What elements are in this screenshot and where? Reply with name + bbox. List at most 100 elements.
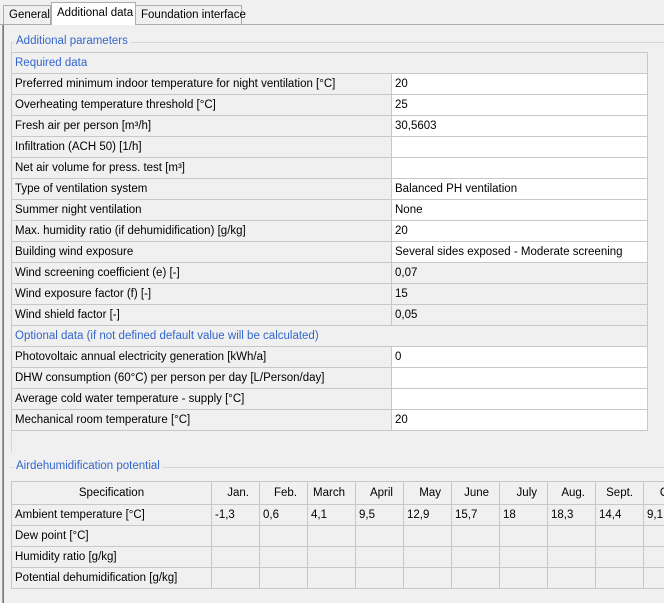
parameter-value[interactable] (391, 136, 648, 158)
specification-label: Potential dehumidification [g/kg] (11, 567, 212, 589)
month-value: 9,5 (355, 504, 404, 526)
month-value (451, 567, 500, 589)
parameter-value[interactable]: 20 (391, 409, 648, 431)
month-value: 9,1 (643, 504, 664, 526)
parameter-row: Average cold water temperature - supply … (11, 388, 648, 410)
month-value (403, 525, 452, 547)
parameter-value[interactable] (391, 367, 648, 389)
month-value (259, 546, 308, 568)
parameter-value[interactable] (391, 388, 648, 410)
month-value (499, 546, 548, 568)
parameter-value[interactable]: 0 (391, 346, 648, 368)
month-header: March (307, 481, 356, 505)
month-value (451, 546, 500, 568)
parameter-row: Fresh air per person [m³/h] 30,5603 (11, 115, 648, 137)
month-header-row: Specification Jan. Feb. March April May June Ju… (11, 481, 664, 505)
tab-additional-data[interactable]: Additional data (51, 2, 136, 25)
month-header: Jan. (211, 481, 260, 505)
parameter-value[interactable]: Balanced PH ventilation (391, 178, 648, 200)
parameter-label: Type of ventilation system (11, 178, 392, 200)
dehumidification-row: Humidity ratio [g/kg] (11, 546, 664, 568)
month-value: 12,9 (403, 504, 452, 526)
month-value (403, 567, 452, 589)
parameter-row: Wind exposure factor (f) [-] 15 (11, 283, 648, 305)
parameter-value: 0,05 (391, 304, 648, 326)
month-value (259, 525, 308, 547)
month-value: -1,3 (211, 504, 260, 526)
specification-header: Specification (11, 481, 212, 505)
parameter-value[interactable]: 30,5603 (391, 115, 648, 137)
parameter-row: Building wind exposure Several sides expo… (11, 241, 648, 263)
additional-parameters-table: Required data Preferred minimum indoor te… (11, 52, 648, 431)
parameter-row: Type of ventilation system Balanced PH ve… (11, 178, 648, 200)
month-value (211, 567, 260, 589)
month-value: 15,7 (451, 504, 500, 526)
month-value (499, 525, 548, 547)
parameter-value: 0,07 (391, 262, 648, 284)
parameter-label: Preferred minimum indoor temperature for… (11, 73, 392, 95)
month-header: Oct. (643, 481, 664, 505)
parameter-value[interactable] (391, 157, 648, 179)
parameter-label: Summer night ventilation (11, 199, 392, 221)
parameter-row: Net air volume for press. test [m³] (11, 157, 648, 179)
parameter-value[interactable]: Several sides exposed - Moderate screeni… (391, 241, 648, 263)
parameter-label: DHW consumption (60°C) per person per da… (11, 367, 392, 389)
parameter-row: Mechanical room temperature [°C] 20 (11, 409, 648, 431)
month-header: Sept. (595, 481, 644, 505)
month-header: July (499, 481, 548, 505)
optional-data-header-label: Optional data (if not defined default va… (11, 325, 648, 347)
month-value (403, 546, 452, 568)
month-value (307, 567, 356, 589)
parameter-label: Overheating temperature threshold [°C] (11, 94, 392, 116)
month-value (307, 546, 356, 568)
parameter-value[interactable]: 20 (391, 73, 648, 95)
month-value: 18 (499, 504, 548, 526)
month-value (547, 567, 596, 589)
dehumidification-row: Potential dehumidification [g/kg] (11, 567, 664, 589)
month-value (355, 567, 404, 589)
parameter-value[interactable]: 25 (391, 94, 648, 116)
month-value: 14,4 (595, 504, 644, 526)
parameter-row: Summer night ventilation None (11, 199, 648, 221)
month-value (259, 567, 308, 589)
parameter-label: Wind shield factor [-] (11, 304, 392, 326)
parameter-label: Fresh air per person [m³/h] (11, 115, 392, 137)
month-value (643, 567, 664, 589)
month-value (595, 567, 644, 589)
month-value: 0,6 (259, 504, 308, 526)
parameter-row: Infiltration (ACH 50) [1/h] (11, 136, 648, 158)
month-value: 18,3 (547, 504, 596, 526)
month-header: Aug. (547, 481, 596, 505)
parameter-value[interactable]: None (391, 199, 648, 221)
additional-parameters-legend: Additional parameters (14, 35, 131, 47)
month-value (643, 546, 664, 568)
month-value (355, 546, 404, 568)
month-value (355, 525, 404, 547)
parameter-row: Wind screening coefficient (e) [-] 0,07 (11, 262, 648, 284)
dehumidification-table: Specification Jan. Feb. March April May June Ju… (11, 481, 664, 589)
parameter-row: Preferred minimum indoor temperature for… (11, 73, 648, 95)
month-value (595, 525, 644, 547)
month-header: June (451, 481, 500, 505)
parameter-row: Max. humidity ratio (if dehumidification… (11, 220, 648, 242)
specification-label: Dew point [°C] (11, 525, 212, 547)
dehumidification-row: Dew point [°C] (11, 525, 664, 547)
required-data-header-label: Required data (11, 52, 648, 74)
parameter-label: Building wind exposure (11, 241, 392, 263)
parameter-label: Photovoltaic annual electricity generati… (11, 346, 392, 368)
month-value (547, 546, 596, 568)
parameter-row: Overheating temperature threshold [°C] 25 (11, 94, 648, 116)
parameter-label: Wind exposure factor (f) [-] (11, 283, 392, 305)
optional-data-header: Optional data (if not defined default va… (11, 325, 648, 347)
parameter-label: Max. humidity ratio (if dehumidification… (11, 220, 392, 242)
parameter-label: Average cold water temperature - supply … (11, 388, 392, 410)
parameter-label: Infiltration (ACH 50) [1/h] (11, 136, 392, 158)
parameter-value[interactable]: 20 (391, 220, 648, 242)
month-value (211, 546, 260, 568)
parameter-label: Wind screening coefficient (e) [-] (11, 262, 392, 284)
tab-foundation-interface[interactable]: Foundation interface (135, 5, 246, 24)
month-value (211, 525, 260, 547)
parameter-row: DHW consumption (60°C) per person per da… (11, 367, 648, 389)
specification-label: Ambient temperature [°C] (11, 504, 212, 526)
tab-general[interactable]: General (3, 5, 51, 24)
